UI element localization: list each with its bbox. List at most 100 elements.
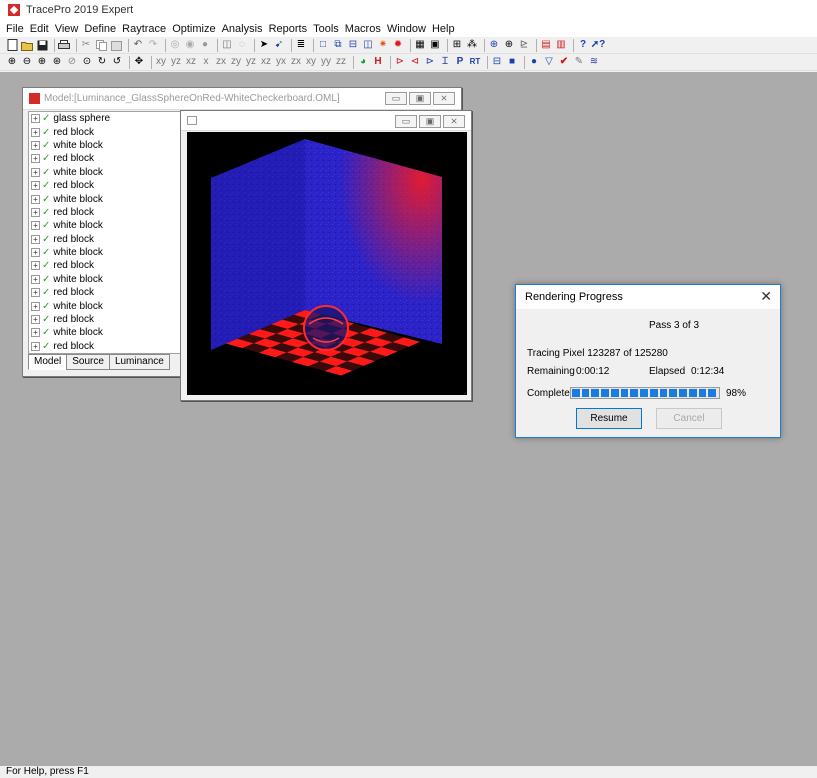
edges-icon[interactable]: ⊲ — [409, 56, 421, 68]
check-icon[interactable]: ✔ — [558, 56, 570, 68]
shaded-view-icon[interactable]: ◕ — [357, 56, 369, 68]
window-tile-vertical-icon[interactable]: ◫ — [362, 39, 374, 51]
dialog-titlebar[interactable]: Rendering Progress ✕ — [516, 285, 780, 309]
render-icon[interactable]: ◫ — [221, 39, 233, 51]
menu-raytrace[interactable]: Raytrace — [122, 23, 172, 35]
tree-item[interactable]: + ✓ red block — [29, 152, 197, 165]
boolean-subtract-icon[interactable]: ◉ — [184, 39, 196, 51]
sweep-icon[interactable]: ◌ — [236, 39, 248, 51]
lens-icon[interactable]: ⊕ — [503, 39, 515, 51]
menu-analysis[interactable]: Analysis — [222, 23, 269, 35]
select-arrow-icon[interactable]: ➤ — [258, 39, 270, 51]
view-xy-icon[interactable]: xy — [155, 56, 167, 68]
expand-icon[interactable]: + — [31, 140, 40, 150]
expand-icon[interactable]: + — [31, 167, 40, 177]
copy-icon[interactable] — [95, 39, 107, 51]
view-xz-icon[interactable]: xz — [185, 56, 197, 68]
expand-icon[interactable]: + — [31, 194, 40, 204]
tree-item[interactable]: + ✓ white block — [29, 246, 197, 259]
menu-edit[interactable]: Edit — [30, 23, 55, 35]
minimize-button[interactable]: ▭ — [395, 115, 417, 128]
cone-icon[interactable]: ▽ — [543, 56, 555, 68]
cancel-button[interactable]: Cancel — [656, 408, 722, 429]
view-iso3-icon[interactable]: yx — [275, 56, 287, 68]
tree-item[interactable]: + ✓ white block — [29, 192, 197, 205]
silhouette-icon[interactable]: ⊳ — [394, 56, 406, 68]
zoom-selection-icon[interactable]: ⊙ — [81, 56, 93, 68]
tab-model[interactable]: Model — [28, 354, 68, 370]
paste-icon[interactable] — [110, 39, 122, 51]
rays-rt-icon[interactable]: RT — [469, 56, 481, 68]
view-zx-icon[interactable]: zx — [215, 56, 227, 68]
tree-item[interactable]: + ✓ red block — [29, 125, 197, 138]
sphere-icon[interactable]: ● — [528, 56, 540, 68]
zoom-in-icon[interactable]: ⊕ — [6, 56, 18, 68]
maximize-button[interactable]: ▣ — [409, 92, 431, 105]
normals-icon[interactable]: ⊳ — [424, 56, 436, 68]
expand-icon[interactable]: + — [31, 114, 40, 124]
rotate-axis-icon[interactable]: ↺ — [111, 56, 123, 68]
open-folder-icon[interactable] — [21, 39, 33, 51]
expand-icon[interactable]: + — [31, 301, 40, 311]
raytrace-icon[interactable]: ✹ — [392, 39, 404, 51]
tree-item[interactable]: + ✓ red block — [29, 340, 197, 353]
zoom-previous-icon[interactable]: ⊘ — [66, 56, 78, 68]
help-icon[interactable]: ? — [577, 39, 589, 51]
luminance-window[interactable]: ▭ ▣ ⨯ — [180, 110, 472, 401]
expand-icon[interactable]: + — [31, 288, 40, 298]
window-single-icon[interactable]: □ — [317, 39, 329, 51]
menu-optimize[interactable]: Optimize — [172, 23, 221, 35]
menu-file[interactable]: File — [6, 23, 30, 35]
expand-icon[interactable]: + — [31, 328, 40, 338]
model-tree[interactable]: + ✓ glass sphere + ✓ red block + ✓ white block + ✓… — [28, 111, 198, 354]
luminance-map-icon[interactable]: ▤ — [540, 39, 552, 51]
print-icon[interactable] — [58, 39, 70, 51]
solid-icon[interactable]: ■ — [506, 56, 518, 68]
menu-view[interactable]: View — [55, 23, 85, 35]
menu-tools[interactable]: Tools — [313, 23, 345, 35]
close-button[interactable]: ⨯ — [443, 115, 465, 128]
rendering-progress-dialog[interactable]: Rendering Progress ✕ Pass 3 of 3 Tracing… — [515, 284, 781, 438]
close-icon[interactable]: ✕ — [760, 288, 772, 305]
select-surface-icon[interactable]: ➹ — [273, 39, 285, 51]
tree-item[interactable]: + ✓ red block — [29, 233, 197, 246]
boolean-union-icon[interactable]: ◎ — [169, 39, 181, 51]
surface-prop-icon[interactable]: ⊵ — [518, 39, 530, 51]
minimize-button[interactable]: ▭ — [385, 92, 407, 105]
view-iso4-icon[interactable]: zx — [290, 56, 302, 68]
cut-icon[interactable]: ✂ — [80, 39, 92, 51]
view-zy-icon[interactable]: zy — [230, 56, 242, 68]
source-icon[interactable]: ✷ — [377, 39, 389, 51]
save-icon[interactable] — [36, 39, 48, 51]
photorealistic-icon[interactable]: ▥ — [555, 39, 567, 51]
redo-icon[interactable]: ↷ — [147, 39, 159, 51]
tree-item[interactable]: + ✓ red block — [29, 206, 197, 219]
view-iso5-icon[interactable]: xy — [305, 56, 317, 68]
tab-luminance[interactable]: Luminance — [108, 354, 170, 370]
rotate-icon[interactable]: ↻ — [96, 56, 108, 68]
luminance-render-canvas[interactable] — [187, 132, 467, 395]
expand-icon[interactable]: + — [31, 248, 40, 258]
menu-reports[interactable]: Reports — [269, 23, 314, 35]
pencil-icon[interactable]: ✎ — [573, 56, 585, 68]
window-tile-horizontal-icon[interactable]: ⊟ — [347, 39, 359, 51]
tree-item[interactable]: + ✓ white block — [29, 273, 197, 286]
surface-color-icon[interactable]: ≋ — [588, 56, 600, 68]
menu-window[interactable]: Window — [387, 23, 432, 35]
close-button[interactable]: ⨯ — [433, 92, 455, 105]
tree-item[interactable]: + ✓ red block — [29, 313, 197, 326]
menu-macros[interactable]: Macros — [345, 23, 387, 35]
tab-source[interactable]: Source — [66, 354, 110, 370]
tree-item[interactable]: + ✓ white block — [29, 139, 197, 152]
tree-item[interactable]: + ✓ glass sphere — [29, 112, 197, 125]
expand-icon[interactable]: + — [31, 341, 40, 351]
resume-button[interactable]: Resume — [576, 408, 642, 429]
view-x-icon[interactable]: x — [200, 56, 212, 68]
pan-icon[interactable]: ✥ — [133, 56, 145, 68]
ray-sort-icon[interactable]: ⊞ — [451, 39, 463, 51]
tree-item[interactable]: + ✓ red block — [29, 179, 197, 192]
maximize-button[interactable]: ▣ — [419, 115, 441, 128]
menu-define[interactable]: Define — [84, 23, 122, 35]
undo-icon[interactable]: ↶ — [132, 39, 144, 51]
tree-item[interactable]: + ✓ red block — [29, 259, 197, 272]
